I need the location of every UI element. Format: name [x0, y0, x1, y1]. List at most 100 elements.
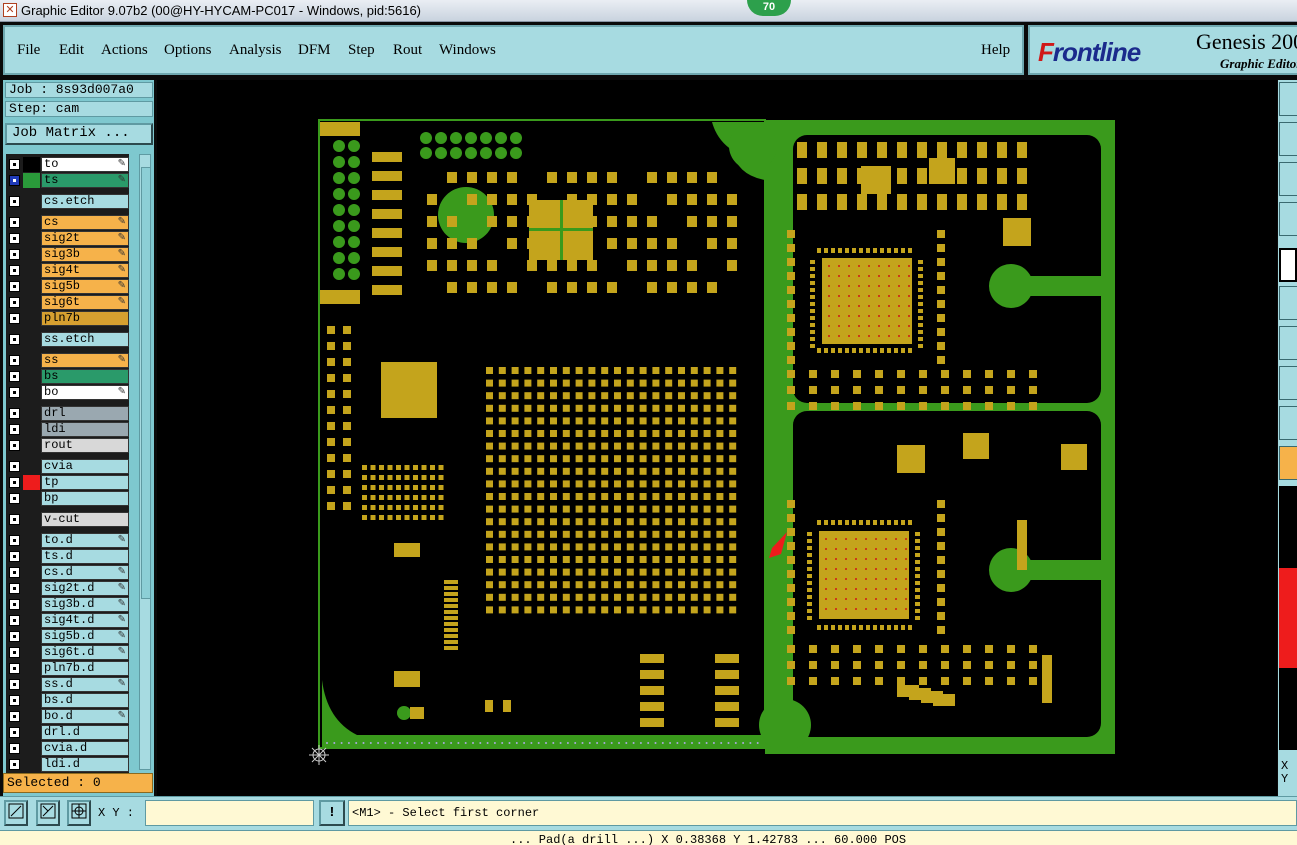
layer-checkbox[interactable]	[9, 599, 20, 610]
layer-checkbox[interactable]	[9, 355, 20, 366]
layer-name[interactable]: ldi.d	[41, 757, 129, 772]
layer-color-swatch[interactable]	[23, 629, 40, 644]
layer-checkbox[interactable]	[9, 551, 20, 562]
layer-color-swatch[interactable]	[23, 422, 40, 437]
layer-row-to[interactable]: to ✎	[6, 157, 129, 172]
layer-checkbox[interactable]	[9, 663, 20, 674]
layer-row-sig4t.d[interactable]: sig4t.d ✎	[6, 613, 129, 628]
layer-checkbox[interactable]	[9, 679, 20, 690]
layer-checkbox[interactable]	[9, 727, 20, 738]
zoom-fit-button[interactable]	[36, 800, 60, 826]
layer-name[interactable]: to ✎	[41, 157, 129, 172]
menu-edit[interactable]: Edit	[59, 42, 84, 59]
layer-row-cvia[interactable]: cvia	[6, 459, 129, 474]
layer-checkbox[interactable]	[9, 647, 20, 658]
prompt-icon-button[interactable]: !	[319, 800, 345, 826]
layer-color-swatch[interactable]	[23, 173, 40, 188]
layer-checkbox[interactable]	[9, 159, 20, 170]
menu-step[interactable]: Step	[348, 42, 375, 59]
layer-color-swatch[interactable]	[23, 725, 40, 740]
layer-color-swatch[interactable]	[23, 757, 40, 772]
layer-checkbox[interactable]	[9, 440, 20, 451]
layer-row-rout[interactable]: rout	[6, 438, 129, 453]
layer-row-drl.d[interactable]: drl.d	[6, 725, 129, 740]
layer-checkbox[interactable]	[9, 313, 20, 324]
layer-color-swatch[interactable]	[23, 311, 40, 326]
layer-checkbox[interactable]	[9, 477, 20, 488]
layer-name[interactable]: sig4t ✎	[41, 263, 129, 278]
layer-name[interactable]: sig6t.d ✎	[41, 645, 129, 660]
layer-color-swatch[interactable]	[23, 693, 40, 708]
right-tool-7[interactable]	[1279, 326, 1297, 360]
layer-name[interactable]: ts ✎	[41, 173, 129, 188]
layer-checkbox[interactable]	[9, 217, 20, 228]
right-tool-6[interactable]	[1279, 286, 1297, 320]
layer-checkbox[interactable]	[9, 535, 20, 546]
layer-checkbox[interactable]	[9, 461, 20, 472]
layer-row-cs.d[interactable]: cs.d ✎	[6, 565, 129, 580]
layer-checkbox[interactable]	[9, 424, 20, 435]
layer-row-tp[interactable]: tp	[6, 475, 129, 490]
right-tool-2[interactable]	[1279, 122, 1297, 156]
menu-options[interactable]: Options	[164, 42, 212, 59]
layer-row-sig5b[interactable]: sig5b ✎	[6, 279, 129, 294]
menu-windows[interactable]: Windows	[439, 42, 496, 59]
layer-color-swatch[interactable]	[23, 263, 40, 278]
layer-color-swatch[interactable]	[23, 661, 40, 676]
layer-row-sig2t[interactable]: sig2t ✎	[6, 231, 129, 246]
layer-name[interactable]: sig2t.d ✎	[41, 581, 129, 596]
layer-color-swatch[interactable]	[23, 385, 40, 400]
menu-help[interactable]: Help	[981, 42, 1010, 59]
layer-name[interactable]: ldi	[41, 422, 129, 437]
layer-row-sig3b.d[interactable]: sig3b.d ✎	[6, 597, 129, 612]
layer-row-sig5b.d[interactable]: sig5b.d ✎	[6, 629, 129, 644]
layer-color-swatch[interactable]	[23, 353, 40, 368]
layer-color-swatch[interactable]	[23, 645, 40, 660]
layer-checkbox[interactable]	[9, 281, 20, 292]
layer-color-swatch[interactable]	[23, 215, 40, 230]
layer-color-swatch[interactable]	[23, 295, 40, 310]
layer-checkbox[interactable]	[9, 695, 20, 706]
layer-row-bp[interactable]: bp	[6, 491, 129, 506]
layer-color-swatch[interactable]	[23, 157, 40, 172]
layer-checkbox[interactable]	[9, 334, 20, 345]
layer-checkbox[interactable]	[9, 408, 20, 419]
layer-checkbox[interactable]	[9, 759, 20, 770]
layer-color-swatch[interactable]	[23, 332, 40, 347]
layer-checkbox[interactable]	[9, 631, 20, 642]
layer-color-swatch[interactable]	[23, 581, 40, 596]
menu-analysis[interactable]: Analysis	[229, 42, 282, 59]
layer-checkbox[interactable]	[9, 711, 20, 722]
layer-name[interactable]: ts.d	[41, 549, 129, 564]
layer-name[interactable]: drl	[41, 406, 129, 421]
layer-color-swatch[interactable]	[23, 231, 40, 246]
layer-checkbox[interactable]	[9, 583, 20, 594]
layer-name[interactable]: ss.d ✎	[41, 677, 129, 692]
layer-row-cvia.d[interactable]: cvia.d	[6, 741, 129, 756]
graphic-canvas[interactable]	[157, 80, 1277, 796]
layer-name[interactable]: sig3b ✎	[41, 247, 129, 262]
layer-name[interactable]: bo.d ✎	[41, 709, 129, 724]
layer-row-ldi.d[interactable]: ldi.d	[6, 757, 129, 772]
layer-row-ss[interactable]: ss ✎	[6, 353, 129, 368]
right-tool-5[interactable]	[1279, 248, 1297, 282]
layer-color-swatch[interactable]	[23, 279, 40, 294]
layer-checkbox[interactable]	[9, 743, 20, 754]
grid-button[interactable]	[67, 800, 91, 826]
layer-checkbox[interactable]	[9, 567, 20, 578]
layer-name[interactable]: cs.d ✎	[41, 565, 129, 580]
layer-checkbox[interactable]	[9, 493, 20, 504]
layer-name[interactable]: pln7b	[41, 311, 129, 326]
layer-color-swatch[interactable]	[23, 741, 40, 756]
layer-row-drl[interactable]: drl	[6, 406, 129, 421]
layer-name[interactable]: cvia	[41, 459, 129, 474]
layer-color-swatch[interactable]	[23, 677, 40, 692]
layer-checkbox[interactable]	[9, 387, 20, 398]
right-tool-1[interactable]	[1279, 82, 1297, 116]
right-tool-8[interactable]	[1279, 366, 1297, 400]
layer-row-bs[interactable]: bs	[6, 369, 129, 384]
zoom-area-button[interactable]	[4, 800, 28, 826]
menu-actions[interactable]: Actions	[101, 42, 148, 59]
right-tool-3[interactable]	[1279, 162, 1297, 196]
layer-name[interactable]: sig4t.d ✎	[41, 613, 129, 628]
